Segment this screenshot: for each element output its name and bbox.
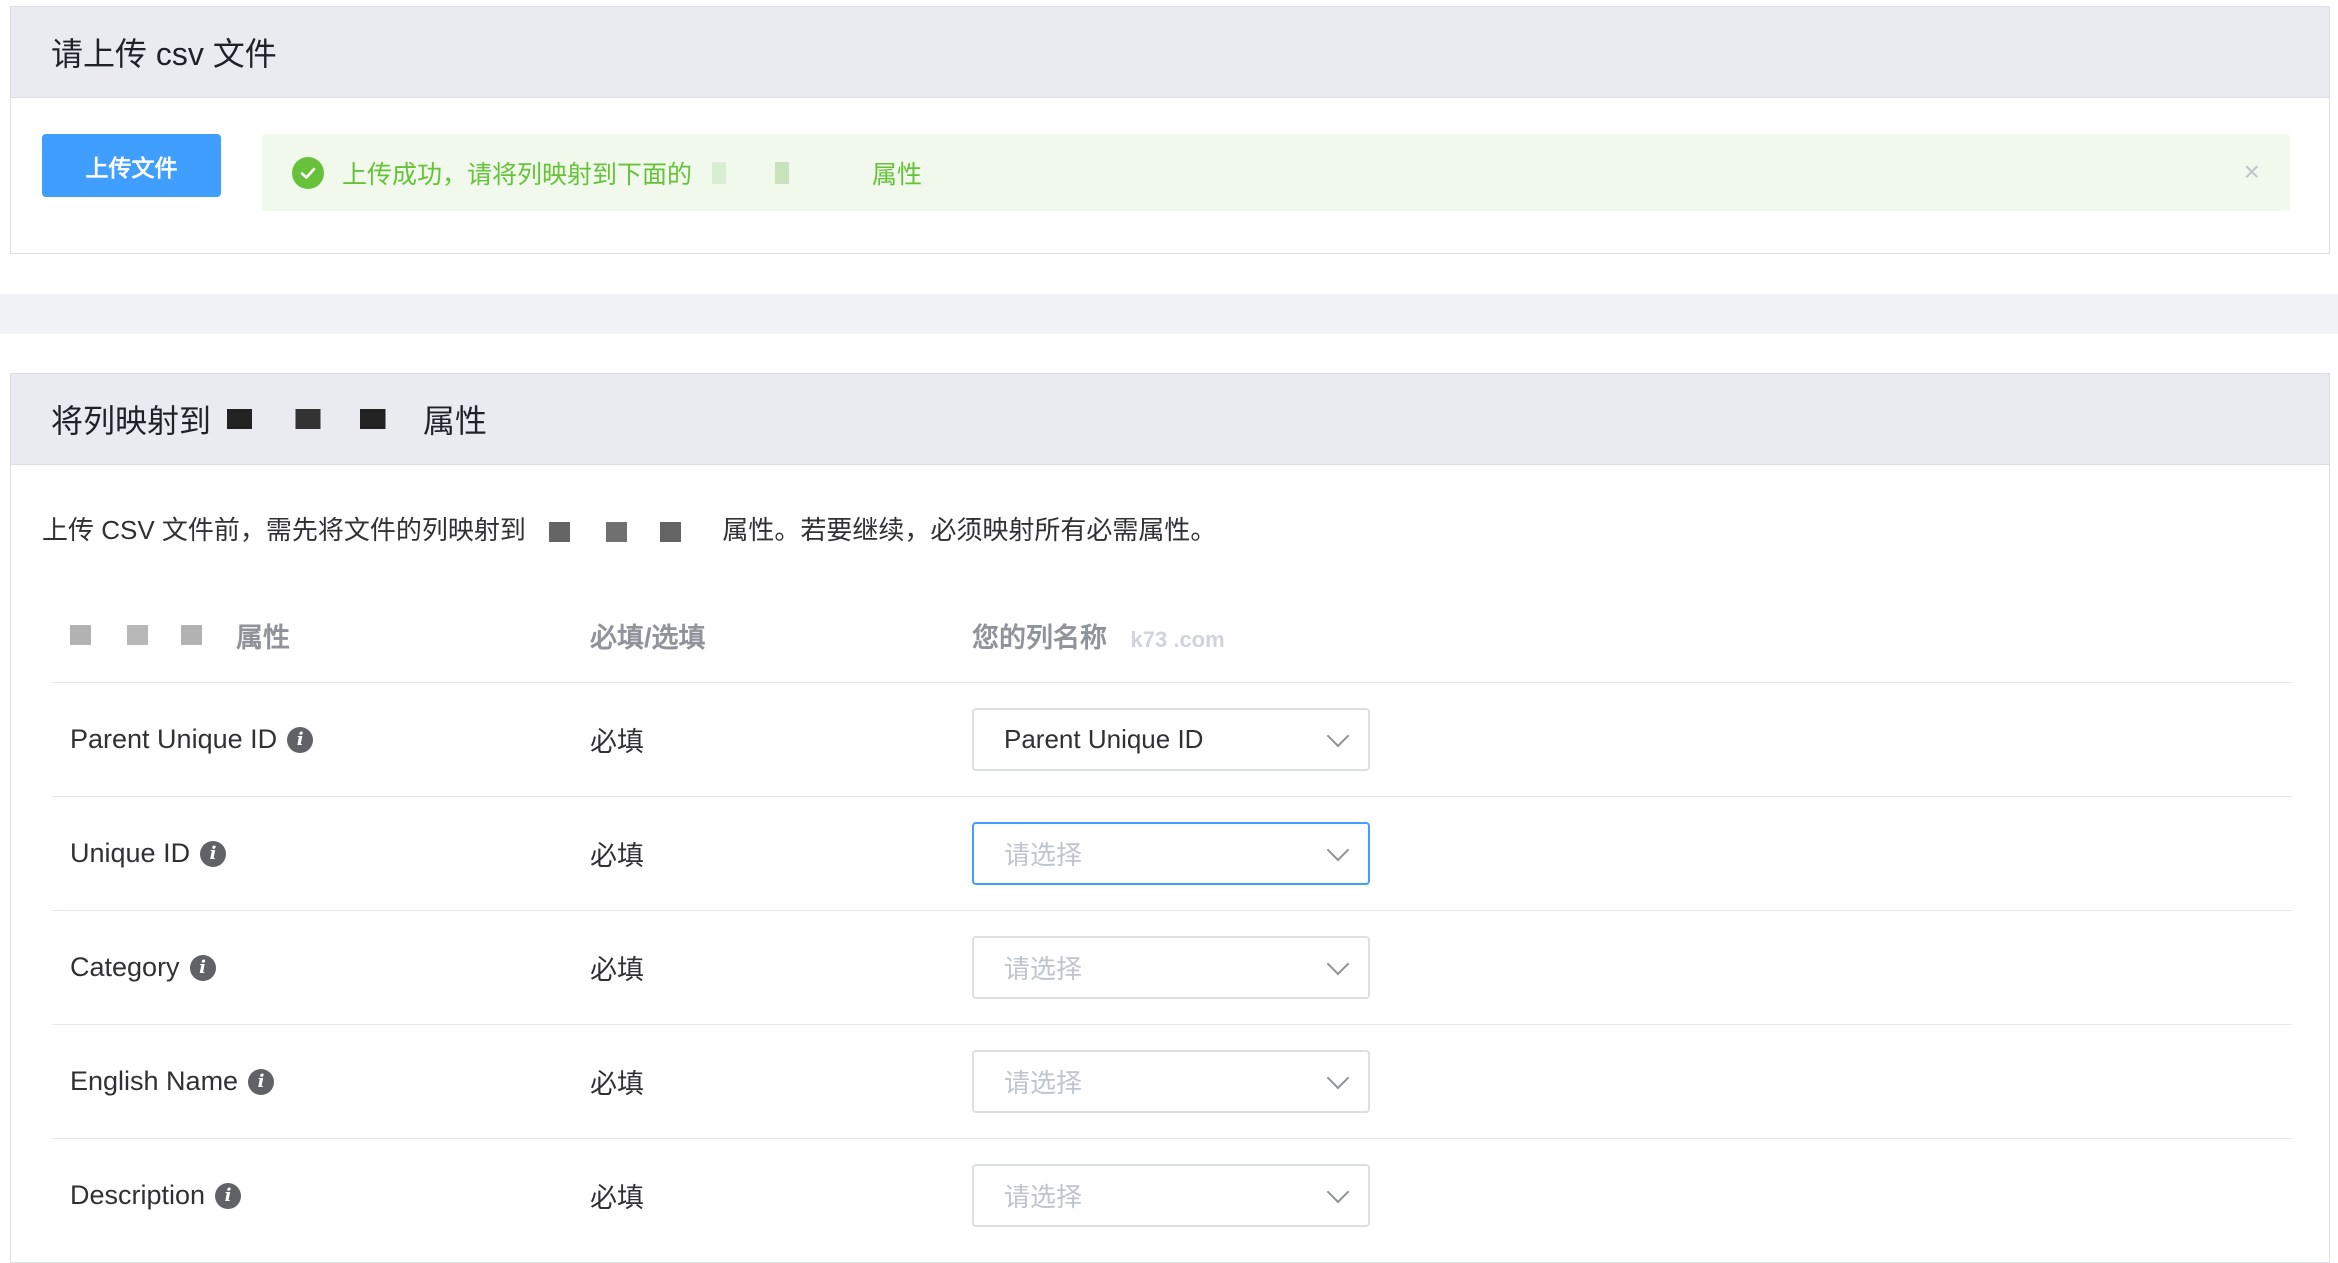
upload-card-title: 请上传 csv 文件 <box>11 7 2329 98</box>
attribute-name: English Name <box>70 1066 239 1096</box>
mapping-title-suffix: 属性 <box>423 403 488 439</box>
table-row: Unique ID i 必填 请选择 <box>52 797 2292 911</box>
upload-card: 请上传 csv 文件 <box>10 6 2330 254</box>
column-select[interactable]: 请选择 <box>972 1050 1370 1113</box>
mapping-description: 上传 CSV 文件前，需先将文件的列映射到 属性。若要继续，必须映射所有必需属性… <box>42 510 1216 547</box>
required-status: 必填 <box>590 1183 644 1213</box>
check-circle-icon <box>292 156 324 189</box>
column-header-required: 必填/选填 <box>590 622 706 653</box>
attribute-name: Parent Unique ID <box>70 724 278 754</box>
required-status: 必填 <box>590 841 644 871</box>
column-select[interactable]: 请选择 <box>972 822 1370 885</box>
mapping-card-title: 将列映射到 属性 <box>11 374 2329 465</box>
column-select[interactable]: 请选择 <box>972 936 1370 999</box>
table-row: Parent Unique ID i 必填 Parent Unique ID <box>52 683 2292 797</box>
attribute-name: Category <box>70 952 180 982</box>
table-row: Description i 必填 请选择 <box>52 1139 2292 1252</box>
info-circle-icon[interactable]: i <box>189 954 216 981</box>
required-status: 必填 <box>590 727 644 757</box>
column-header-attribute: 属性 <box>52 616 572 655</box>
description-prefix: 上传 CSV 文件前，需先将文件的列映射到 <box>42 515 526 545</box>
attribute-header-label: 属性 <box>236 622 290 653</box>
redacted-entity-name <box>227 409 408 429</box>
watermark-text: k73 .com <box>1130 626 1225 652</box>
redacted-entity-name <box>70 625 220 645</box>
select-placeholder: 请选择 <box>1004 954 1083 984</box>
column-select[interactable]: Parent Unique ID <box>972 708 1370 771</box>
select-placeholder: 请选择 <box>1004 1182 1083 1212</box>
redacted-entity-name <box>549 522 700 543</box>
info-circle-icon[interactable]: i <box>215 1182 242 1209</box>
required-status: 必填 <box>590 1069 644 1099</box>
chevron-down-icon <box>1326 724 1350 747</box>
attribute-name: Description <box>70 1180 206 1210</box>
attribute-name: Unique ID <box>70 838 191 868</box>
column-header-your-column: 您的列名称 k73 .com <box>972 616 2292 655</box>
select-value: Parent Unique ID <box>1004 724 1204 754</box>
chevron-down-icon <box>1326 838 1350 861</box>
close-icon[interactable]: × <box>2244 154 2260 190</box>
table-row: Category i 必填 请选择 <box>52 911 2292 1025</box>
select-placeholder: 请选择 <box>1004 1068 1083 1098</box>
table-header: 属性 必填/选填 您的列名称 k73 .com <box>52 588 2292 683</box>
mapping-title-prefix: 将列映射到 <box>51 403 212 439</box>
select-placeholder: 请选择 <box>1004 840 1083 870</box>
chevron-down-icon <box>1326 1180 1350 1203</box>
table-row: English Name i 必填 请选择 <box>52 1025 2292 1139</box>
your-column-header-label: 您的列名称 <box>972 622 1107 653</box>
mapping-table: 属性 必填/选填 您的列名称 k73 .com Parent Unique ID… <box>52 588 2292 1252</box>
required-status: 必填 <box>590 955 644 985</box>
info-circle-icon[interactable]: i <box>248 1068 275 1095</box>
chevron-down-icon <box>1326 1066 1350 1089</box>
redacted-entity-name <box>712 161 853 184</box>
column-select[interactable]: 请选择 <box>972 1164 1370 1227</box>
info-circle-icon[interactable]: i <box>200 840 227 867</box>
upload-success-alert: 上传成功，请将列映射到下面的 属性 × <box>262 134 2290 211</box>
info-circle-icon[interactable]: i <box>287 726 314 753</box>
alert-message-suffix: 属性 <box>872 160 923 189</box>
section-divider <box>0 294 2338 334</box>
chevron-down-icon <box>1326 952 1350 975</box>
upload-file-button[interactable]: 上传文件 <box>42 134 221 197</box>
alert-message-prefix: 上传成功，请将列映射到下面的 <box>342 160 693 189</box>
description-suffix: 属性。若要继续，必须映射所有必需属性。 <box>722 515 1217 545</box>
